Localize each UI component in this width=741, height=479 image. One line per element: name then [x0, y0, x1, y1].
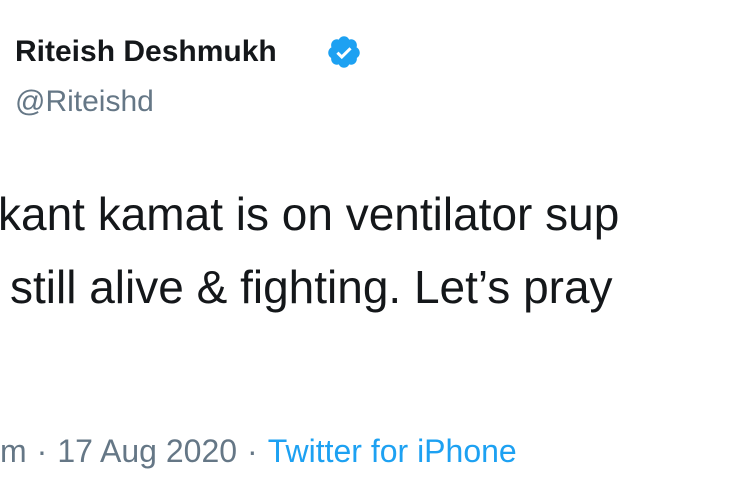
meta-separator: · — [36, 433, 48, 469]
tweet-source-link[interactable]: Twitter for iPhone — [268, 433, 517, 469]
tweet-text-line: kant kamat is on ventilator sup — [0, 188, 620, 240]
tweet-date[interactable]: 17 Aug 2020 — [57, 433, 237, 469]
tweet-meta: m · 17 Aug 2020 · Twitter for iPhone — [0, 429, 517, 473]
author-name[interactable]: Riteish Deshmukh — [15, 32, 277, 72]
tweet-text-line: still alive & fighting. Let’s pray — [10, 261, 613, 313]
tweet-time[interactable]: m — [0, 433, 27, 469]
meta-separator: · — [247, 433, 258, 469]
verified-badge-icon — [328, 36, 360, 68]
author-handle[interactable]: @Riteishd — [15, 82, 154, 122]
